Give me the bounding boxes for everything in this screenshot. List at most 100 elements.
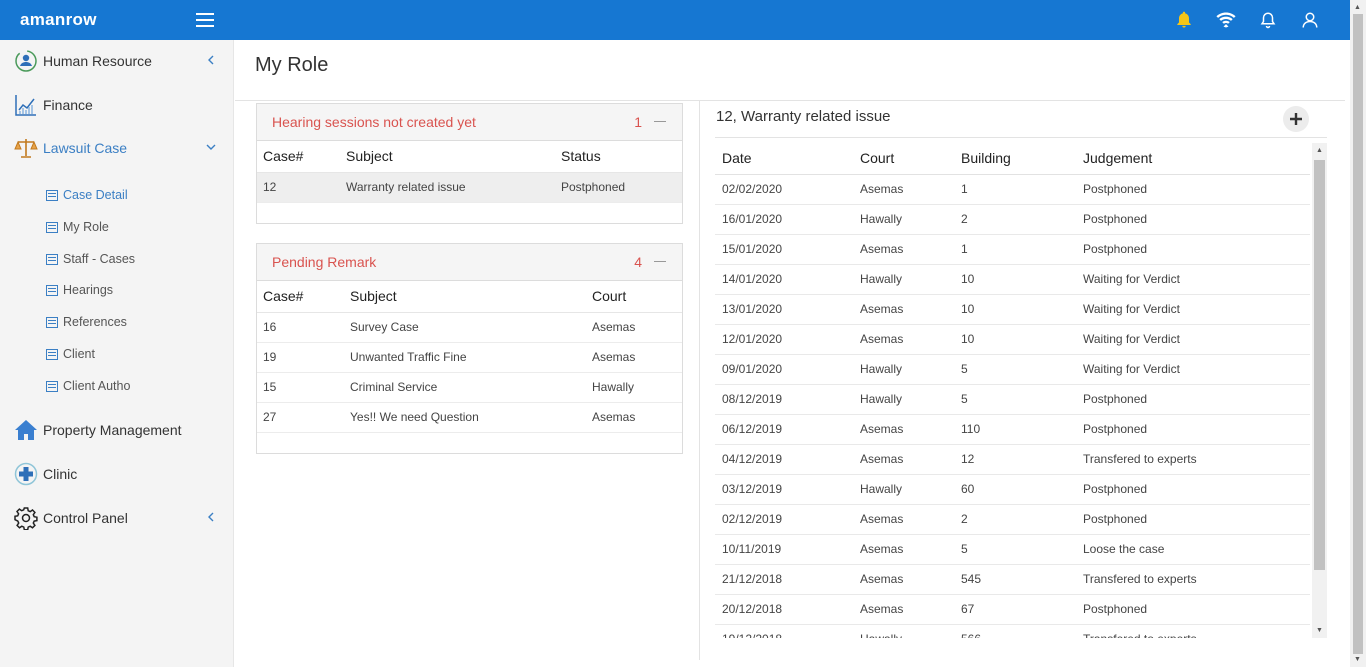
detail-table-scroll[interactable]: Date Court Building Judgement 02/02/2020…	[715, 143, 1310, 638]
table-cell: Asemas	[853, 444, 954, 475]
sidebar-subitem-hearings[interactable]: Hearings	[46, 280, 113, 300]
scrollbar-thumb[interactable]	[1353, 14, 1363, 654]
column-header[interactable]: Status	[555, 141, 682, 173]
table-cell: 110	[954, 414, 1076, 445]
table-row[interactable]: 19/12/2018Hawally566Transfered to expert…	[715, 624, 1310, 638]
menu-toggle-icon[interactable]	[196, 13, 214, 27]
table-row[interactable]: 02/02/2020 Asemas 1 Postphoned	[715, 174, 1310, 205]
table-cell: Waiting for Verdict	[1076, 324, 1310, 355]
table-row[interactable]: 13/01/2020 Asemas 10 Waiting for Verdict	[715, 294, 1310, 325]
divider	[235, 100, 1345, 101]
list-icon	[46, 221, 58, 233]
sidebar-subitem-label: Staff - Cases	[63, 252, 136, 266]
sidebar-subitem-label: Hearings	[63, 283, 114, 297]
table-row[interactable]: 10/11/2019 Asemas 5 Loose the case	[715, 534, 1310, 565]
table-row[interactable]: 04/12/2019 Asemas 12 Transfered to experts	[715, 444, 1310, 475]
sidebar-subitem-my-role[interactable]: My Role	[46, 217, 109, 237]
column-header[interactable]: Court	[853, 143, 954, 175]
sidebar-item-finance[interactable]: Finance	[14, 91, 224, 119]
table-cell: Transfered to experts	[1076, 564, 1310, 595]
detail-scrollbar[interactable]: ▲ ▼	[1312, 143, 1327, 638]
sidebar-item-property-management[interactable]: Property Management	[14, 416, 224, 444]
hearing-sessions-panel: Hearing sessions not created yet 1 Case#…	[256, 103, 683, 224]
table-cell: Loose the case	[1076, 534, 1310, 565]
table-row[interactable]: 27 Yes!! We need Question Asemas	[257, 402, 682, 433]
table-cell: 10	[954, 294, 1076, 325]
main-content: My Role Hearing sessions not created yet…	[235, 40, 1345, 667]
column-divider	[699, 100, 700, 660]
table-row[interactable]: 14/01/2020 Hawally 10 Waiting for Verdict	[715, 264, 1310, 295]
minimize-icon[interactable]	[654, 121, 666, 122]
table-row[interactable]: 12/01/2020 Asemas 10 Waiting for Verdict	[715, 324, 1310, 355]
table-cell: Unwanted Traffic Fine	[344, 342, 586, 373]
scroll-down-icon[interactable]: ▼	[1312, 623, 1327, 638]
table-cell: Hawally	[853, 474, 954, 505]
scroll-down-icon[interactable]: ▼	[1350, 652, 1365, 667]
column-header[interactable]: Court	[586, 281, 682, 313]
table-cell: 21/12/2018	[715, 564, 853, 595]
bell-filled-icon[interactable]	[1174, 10, 1194, 30]
table-cell: 19	[257, 342, 344, 373]
table-cell: Yes!! We need Question	[344, 402, 586, 433]
sidebar-subitem-references[interactable]: References	[46, 312, 127, 332]
sidebar-subitem-staff-cases[interactable]: Staff - Cases	[46, 249, 135, 269]
wifi-icon[interactable]	[1216, 10, 1236, 30]
table-cell: Postphoned	[1076, 384, 1310, 415]
sidebar-item-human-resource[interactable]: Human Resource	[14, 47, 224, 75]
column-header[interactable]: Case#	[257, 281, 344, 313]
list-icon	[46, 316, 58, 328]
table-cell: Asemas	[853, 174, 954, 205]
table-cell: 545	[954, 564, 1076, 595]
table-row[interactable]: 16/01/2020 Hawally 2 Postphoned	[715, 204, 1310, 235]
table-row[interactable]: 03/12/2019 Hawally 60 Postphoned	[715, 474, 1310, 505]
sidebar-subitem-case-detail[interactable]: Case Detail	[46, 185, 128, 205]
table-row[interactable]: 19 Unwanted Traffic Fine Asemas	[257, 342, 682, 373]
column-header[interactable]: Subject	[340, 141, 555, 173]
add-button[interactable]	[1283, 106, 1309, 132]
user-icon[interactable]	[1300, 10, 1320, 30]
column-header[interactable]: Building	[954, 143, 1076, 175]
page-title: My Role	[255, 54, 329, 76]
table-cell: 1	[954, 174, 1076, 205]
table-cell: 67	[954, 594, 1076, 625]
panel-count-badge: 4	[634, 254, 642, 270]
sidebar-subitem-client-autho[interactable]: Client Autho	[46, 376, 130, 396]
minimize-icon[interactable]	[654, 261, 666, 262]
sidebar-item-control-panel[interactable]: Control Panel	[14, 504, 224, 532]
table-cell: Asemas	[853, 504, 954, 535]
table-cell: Asemas	[853, 564, 954, 595]
table-cell: 03/12/2019	[715, 474, 853, 505]
sidebar-item-lawsuit-case[interactable]: Lawsuit Case	[14, 134, 224, 162]
column-header[interactable]: Case#	[257, 141, 340, 173]
table-row[interactable]: 06/12/2019 Asemas 110 Postphoned	[715, 414, 1310, 445]
table-cell: Asemas	[586, 312, 682, 343]
scrollbar-thumb[interactable]	[1314, 160, 1325, 570]
table-row[interactable]: 20/12/2018 Asemas 67 Postphoned	[715, 594, 1310, 625]
table-cell: Postphoned	[1076, 174, 1310, 205]
table-cell: 08/12/2019	[715, 384, 853, 415]
plus-icon	[1290, 113, 1302, 125]
table-row[interactable]: 15 Criminal Service Hawally	[257, 372, 682, 403]
table-row[interactable]: 15/01/2020 Asemas 1 Postphoned	[715, 234, 1310, 265]
sidebar-item-clinic[interactable]: Clinic	[14, 460, 224, 488]
remark-table: Case# Subject Court 16 Survey Case Asema…	[257, 281, 682, 433]
brand-logo[interactable]: amanrow	[20, 10, 97, 30]
column-header[interactable]: Judgement	[1076, 143, 1310, 175]
table-cell: Postphoned	[1076, 474, 1310, 505]
table-row[interactable]: 16 Survey Case Asemas	[257, 312, 682, 343]
table-row[interactable]: 09/01/2020 Hawally 5 Waiting for Verdict	[715, 354, 1310, 385]
top-bar: amanrow	[0, 0, 1350, 40]
table-cell: 02/02/2020	[715, 174, 853, 205]
scroll-up-icon[interactable]: ▲	[1312, 143, 1327, 158]
scroll-up-icon[interactable]: ▲	[1350, 0, 1365, 15]
table-row[interactable]: 08/12/2019 Hawally 5 Postphoned	[715, 384, 1310, 415]
column-header[interactable]: Subject	[344, 281, 586, 313]
bell-outline-icon[interactable]	[1258, 10, 1278, 30]
table-cell: Asemas	[853, 294, 954, 325]
table-row[interactable]: 02/12/2019 Asemas 2 Postphoned	[715, 504, 1310, 535]
page-scrollbar[interactable]: ▲ ▼	[1350, 0, 1366, 667]
table-row[interactable]: 12 Warranty related issue Postphoned	[257, 172, 682, 203]
column-header[interactable]: Date	[715, 143, 853, 175]
sidebar-subitem-client[interactable]: Client	[46, 344, 95, 364]
table-row[interactable]: 21/12/2018 Asemas 545 Transfered to experts	[715, 564, 1310, 595]
